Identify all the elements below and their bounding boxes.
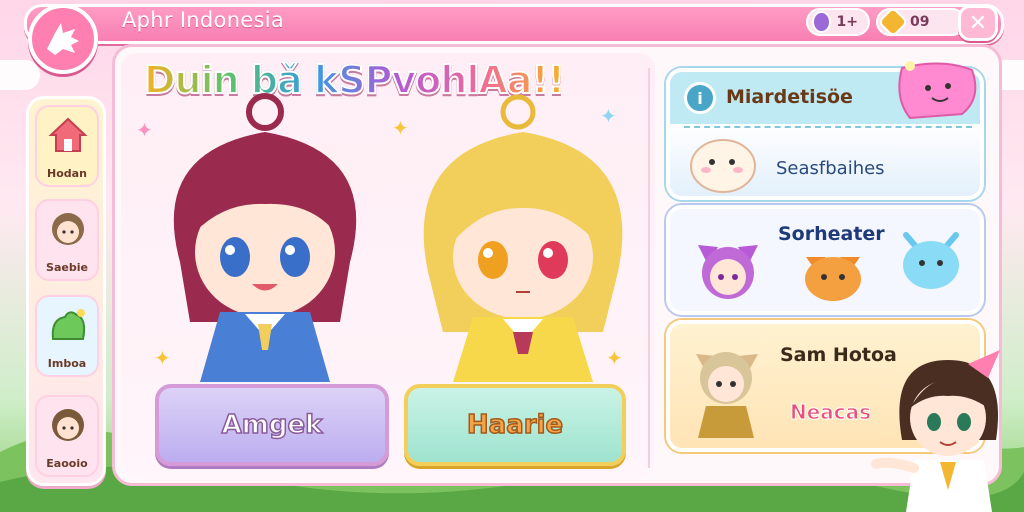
frog-icon bbox=[51, 309, 86, 340]
orange-cat-icon bbox=[805, 257, 861, 301]
gem-counter[interactable]: 1+ bbox=[806, 8, 870, 36]
avatar-icon bbox=[52, 409, 84, 441]
panel-divider bbox=[648, 68, 650, 468]
character-portrait-1[interactable] bbox=[140, 92, 390, 392]
blob-pet-icon bbox=[690, 139, 756, 193]
sidebar-item-label: Hodan bbox=[47, 167, 87, 180]
sidebar-item-profile[interactable]: Saebie bbox=[35, 199, 99, 281]
sidebar-item-label: Eaooio bbox=[46, 457, 88, 470]
card-subtitle: Seasfbaihes bbox=[776, 158, 885, 179]
sidebar-item-pets[interactable]: Imboa bbox=[35, 295, 99, 377]
cat-girl-icon bbox=[698, 245, 758, 299]
gold-counter[interactable]: 09 bbox=[876, 6, 966, 38]
card-subtitle: Neacas bbox=[789, 400, 872, 425]
info-icon: i bbox=[684, 82, 716, 114]
gold-count: 09 bbox=[910, 14, 930, 30]
sidebar-item-label: Imboa bbox=[47, 357, 87, 370]
unicorn-icon bbox=[47, 23, 79, 55]
sidebar-item-home[interactable]: Hodan bbox=[35, 105, 99, 187]
gold-coin-icon bbox=[877, 6, 909, 38]
app-logo[interactable] bbox=[28, 4, 98, 74]
blue-slime-icon bbox=[903, 232, 959, 289]
guide-mascot bbox=[871, 350, 1000, 512]
card-title: Sorheater bbox=[778, 223, 885, 245]
divider bbox=[684, 126, 972, 128]
home-icon bbox=[48, 117, 88, 152]
sidebar-item-friends[interactable]: Eaooio bbox=[35, 395, 99, 477]
character-name: Amgek bbox=[221, 409, 323, 441]
close-icon: ✕ bbox=[968, 10, 988, 36]
character-portrait-2[interactable] bbox=[398, 92, 648, 392]
character-name-button-2[interactable]: Haarie bbox=[404, 384, 626, 466]
cat-boy-icon bbox=[696, 352, 758, 438]
pink-slime-icon bbox=[898, 61, 977, 120]
avatar-icon bbox=[52, 213, 84, 245]
background-cloud bbox=[0, 60, 40, 90]
gem-count: 1+ bbox=[836, 14, 858, 30]
character-name-button-1[interactable]: Amgek bbox=[155, 384, 389, 466]
app-title: Aphr Indonesia bbox=[122, 8, 285, 32]
sidebar-item-label: Saebie bbox=[46, 261, 88, 274]
sidebar: Hodan Saebie Imboa Eaooio bbox=[26, 96, 106, 486]
gem-icon bbox=[812, 11, 831, 33]
character-name: Haarie bbox=[466, 409, 564, 441]
pets-card[interactable]: Sorheater bbox=[666, 205, 984, 315]
close-button[interactable]: ✕ bbox=[958, 5, 998, 41]
